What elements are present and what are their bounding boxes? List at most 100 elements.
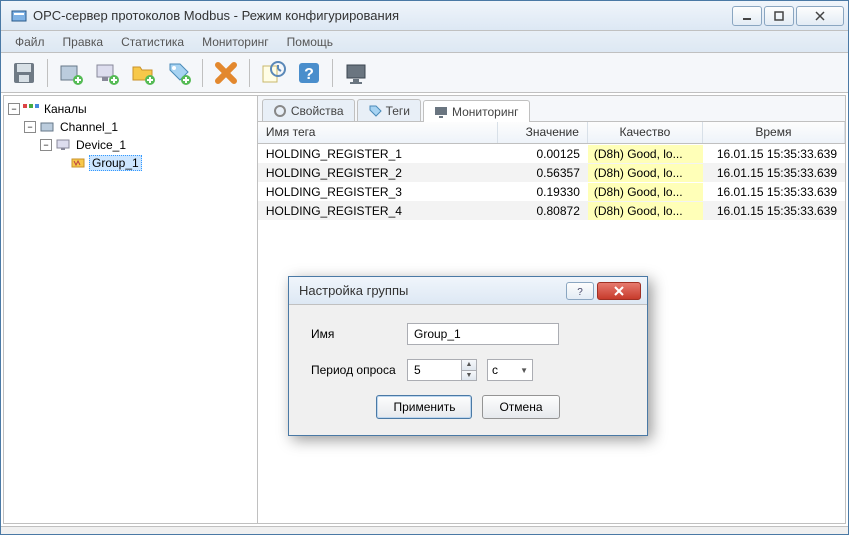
dialog-titlebar: Настройка группы ?	[289, 277, 647, 305]
app-window: OPC-сервер протоколов Modbus - Режим кон…	[0, 0, 849, 535]
group-settings-dialog: Настройка группы ? Имя Период опроса ▲ ▼…	[288, 276, 648, 436]
expand-icon[interactable]: −	[40, 139, 52, 151]
toolbar-separator	[47, 59, 48, 87]
add-device-icon[interactable]	[90, 56, 124, 90]
toolbar-separator	[332, 59, 333, 87]
history-icon[interactable]	[256, 56, 290, 90]
tree-node-group[interactable]: Group_1	[8, 154, 253, 172]
menu-stats[interactable]: Статистика	[113, 33, 192, 51]
unit-select[interactable]: с ▼	[487, 359, 533, 381]
toolbar-separator	[202, 59, 203, 87]
expand-icon[interactable]: −	[24, 121, 36, 133]
tab-label: Свойства	[291, 104, 344, 118]
channel-icon	[39, 119, 55, 135]
cell-value: 0.80872	[498, 202, 588, 220]
th-quality[interactable]: Качество	[588, 122, 703, 143]
add-channel-icon[interactable]	[54, 56, 88, 90]
tree-label: Channel_1	[58, 120, 120, 134]
table-row[interactable]: HOLDING_REGISTER_40.80872(D8h) Good, lo.…	[258, 201, 845, 220]
th-value[interactable]: Значение	[498, 122, 588, 143]
device-icon	[55, 137, 71, 153]
add-folder-icon[interactable]	[126, 56, 160, 90]
menu-monitoring[interactable]: Мониторинг	[194, 33, 277, 51]
table-header: Имя тега Значение Качество Время	[258, 122, 845, 144]
cell-name: HOLDING_REGISTER_3	[258, 183, 498, 201]
menu-help[interactable]: Помощь	[279, 33, 341, 51]
svg-text:?: ?	[304, 66, 314, 83]
tab-label: Мониторинг	[452, 105, 519, 119]
expand-icon[interactable]: −	[8, 103, 20, 115]
dialog-title: Настройка группы	[299, 283, 563, 298]
period-input[interactable]	[407, 359, 461, 381]
cell-value: 0.00125	[498, 145, 588, 163]
cell-quality: (D8h) Good, lo...	[588, 145, 703, 163]
tree-label: Каналы	[42, 102, 89, 116]
tree-node-channels[interactable]: − Каналы	[8, 100, 253, 118]
cell-quality: (D8h) Good, lo...	[588, 164, 703, 182]
table-row[interactable]: HOLDING_REGISTER_10.00125(D8h) Good, lo.…	[258, 144, 845, 163]
tree-label: Group_1	[89, 155, 142, 171]
close-button[interactable]	[796, 6, 844, 26]
cell-quality: (D8h) Good, lo...	[588, 183, 703, 201]
dialog-row-name: Имя	[311, 323, 625, 345]
period-label: Период опроса	[311, 363, 407, 377]
menubar: Файл Правка Статистика Мониторинг Помощь	[1, 31, 848, 53]
cell-quality: (D8h) Good, lo...	[588, 202, 703, 220]
cell-name: HOLDING_REGISTER_4	[258, 202, 498, 220]
monitor-icon[interactable]	[339, 56, 373, 90]
minimize-button[interactable]	[732, 6, 762, 26]
monitor-icon	[434, 105, 448, 119]
cell-time: 16.01.15 15:35:33.639	[703, 183, 845, 201]
tree-label: Device_1	[74, 138, 128, 152]
cancel-button[interactable]: Отмена	[482, 395, 559, 419]
period-spinner[interactable]: ▲ ▼	[461, 359, 477, 381]
titlebar: OPC-сервер протоколов Modbus - Режим кон…	[1, 1, 848, 31]
spin-down-icon[interactable]: ▼	[462, 371, 476, 381]
table-row[interactable]: HOLDING_REGISTER_20.56357(D8h) Good, lo.…	[258, 163, 845, 182]
tab-label: Теги	[386, 104, 410, 118]
tab-properties[interactable]: Свойства	[262, 99, 355, 121]
add-tag-icon[interactable]	[162, 56, 196, 90]
cell-value: 0.19330	[498, 183, 588, 201]
apply-button[interactable]: Применить	[376, 395, 472, 419]
maximize-button[interactable]	[764, 6, 794, 26]
statusbar	[1, 526, 848, 534]
tags-icon	[368, 104, 382, 118]
dialog-row-period: Период опроса ▲ ▼ с ▼	[311, 359, 625, 381]
cell-name: HOLDING_REGISTER_2	[258, 164, 498, 182]
tab-tags[interactable]: Теги	[357, 99, 421, 121]
menu-file[interactable]: Файл	[7, 33, 53, 51]
window-title: OPC-сервер протоколов Modbus - Режим кон…	[33, 8, 732, 23]
app-icon	[11, 8, 27, 24]
delete-icon[interactable]	[209, 56, 243, 90]
spin-up-icon[interactable]: ▲	[462, 360, 476, 371]
svg-text:?: ?	[577, 287, 583, 296]
tab-strip: Свойства Теги Мониторинг	[258, 96, 845, 122]
dialog-body: Имя Период опроса ▲ ▼ с ▼ Применить Отме…	[289, 305, 647, 435]
cell-name: HOLDING_REGISTER_1	[258, 145, 498, 163]
save-icon[interactable]	[7, 56, 41, 90]
chevron-down-icon: ▼	[520, 366, 528, 375]
dialog-help-button[interactable]: ?	[566, 282, 594, 300]
window-controls	[732, 6, 844, 26]
name-label: Имя	[311, 327, 407, 341]
cell-time: 16.01.15 15:35:33.639	[703, 202, 845, 220]
help-icon[interactable]: ?	[292, 56, 326, 90]
properties-icon	[273, 104, 287, 118]
group-icon	[70, 155, 86, 171]
cell-time: 16.01.15 15:35:33.639	[703, 145, 845, 163]
tree-node-channel[interactable]: − Channel_1	[8, 118, 253, 136]
cell-value: 0.56357	[498, 164, 588, 182]
tree-pane: − Каналы − Channel_1 − Device_1 Group_1	[4, 96, 258, 523]
table-row[interactable]: HOLDING_REGISTER_30.19330(D8h) Good, lo.…	[258, 182, 845, 201]
th-time[interactable]: Время	[703, 122, 845, 143]
name-input[interactable]	[407, 323, 559, 345]
dialog-buttons: Применить Отмена	[311, 395, 625, 419]
tree-node-device[interactable]: − Device_1	[8, 136, 253, 154]
toolbar-separator	[249, 59, 250, 87]
menu-edit[interactable]: Правка	[55, 33, 112, 51]
tab-monitoring[interactable]: Мониторинг	[423, 100, 530, 122]
unit-value: с	[492, 363, 498, 377]
dialog-close-button[interactable]	[597, 282, 641, 300]
th-name[interactable]: Имя тега	[258, 122, 498, 143]
